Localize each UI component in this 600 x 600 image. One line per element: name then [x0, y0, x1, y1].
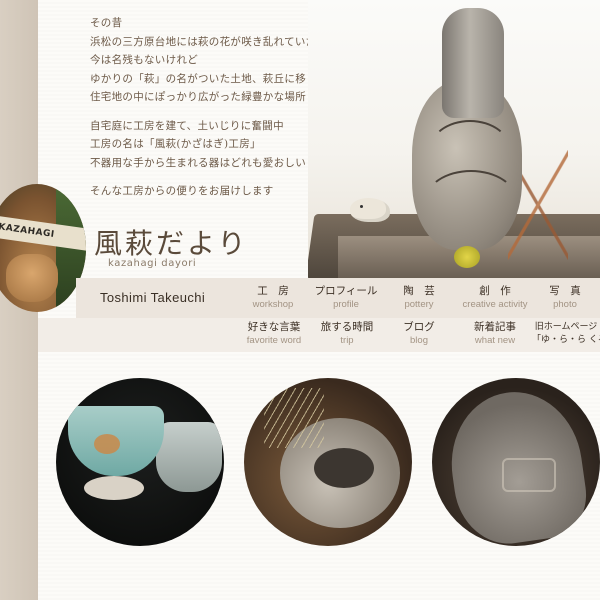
nav-creative-activity[interactable]: 創 作 creative activity	[458, 285, 532, 311]
nav-profile[interactable]: プロフィール profile	[312, 285, 380, 311]
nav-old-homepage[interactable]: 旧ホームページ 「ゆ・ら・ら くるりん」	[532, 321, 600, 347]
nav-trip[interactable]: 旅する時間 trip	[316, 321, 378, 347]
yellow-flower	[454, 246, 480, 268]
nav-blog[interactable]: ブログ blog	[392, 321, 446, 347]
nav-workshop[interactable]: 工 房 workshop	[246, 285, 300, 311]
hero-vase-photo	[308, 0, 600, 278]
nav-favorite-word[interactable]: 好きな言葉 favorite word	[240, 321, 308, 347]
photo-carved-vase[interactable]	[432, 378, 600, 546]
logo-photo[interactable]: KAZAHAGI	[0, 184, 86, 312]
author-name: Toshimi Takeuchi	[100, 290, 206, 305]
nav-what-new[interactable]: 新着記事 what new	[464, 321, 526, 347]
site-subtitle: kazahagi dayori	[108, 258, 197, 269]
carved-cat-figure	[6, 254, 58, 302]
nav-photo[interactable]: 写 真 photo	[540, 285, 590, 311]
wooden-bird	[350, 198, 390, 222]
nav-pottery[interactable]: 陶 芸 pottery	[392, 285, 446, 311]
photo-pot-with-grass[interactable]	[244, 378, 412, 546]
photo-teacups[interactable]	[56, 378, 224, 546]
site-title[interactable]: 風萩だより	[94, 222, 248, 262]
